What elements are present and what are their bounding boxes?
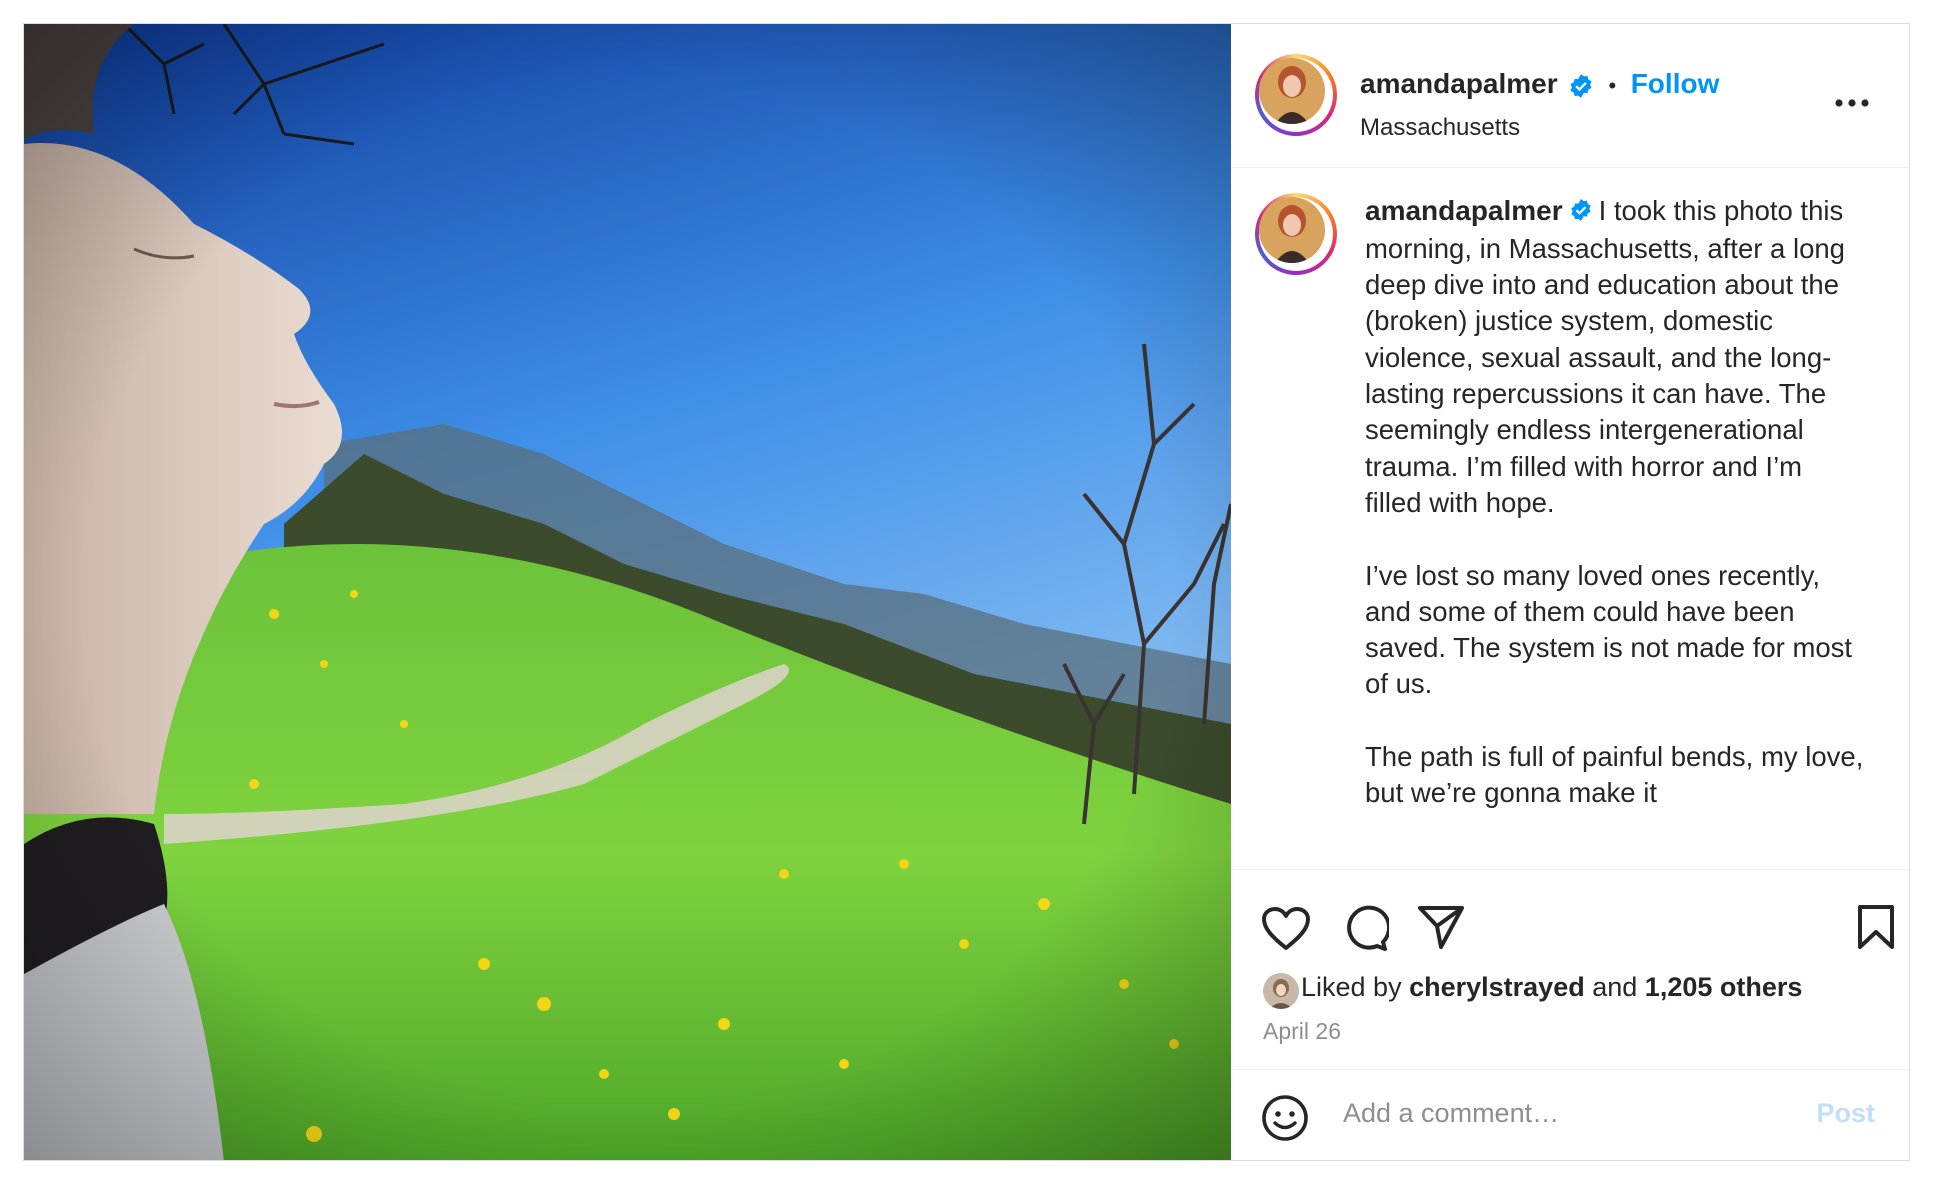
author-username[interactable]: amandapalmer	[1360, 68, 1558, 99]
instagram-post: amandapalmer • Follow Massachusetts aman…	[23, 23, 1910, 1161]
post-side-panel: amandapalmer • Follow Massachusetts aman…	[1231, 24, 1909, 1160]
comment-input[interactable]: Add a comment…	[1343, 1098, 1559, 1129]
post-location[interactable]: Massachusetts	[1360, 114, 1520, 142]
heart-icon[interactable]	[1261, 906, 1311, 957]
share-icon[interactable]	[1417, 904, 1465, 955]
likes-prefix: Liked by	[1301, 972, 1402, 1002]
bookmark-icon[interactable]	[1857, 904, 1895, 955]
more-options-icon[interactable]	[1835, 94, 1869, 112]
likes-summary: Liked by cherylstrayed and 1,205 others	[1301, 972, 1802, 1003]
likes-count-link[interactable]: 1,205 others	[1645, 972, 1803, 1002]
follow-button[interactable]: Follow	[1631, 68, 1720, 99]
author-avatar[interactable]	[1255, 54, 1337, 136]
post-comment-button[interactable]: Post	[1816, 1098, 1875, 1129]
emoji-icon[interactable]	[1261, 1094, 1309, 1147]
header-separator: •	[1608, 73, 1617, 98]
post-photo[interactable]	[24, 24, 1231, 1160]
caption: amandapalmer I took this photo this morni…	[1365, 193, 1865, 812]
verified-badge-icon	[1568, 73, 1594, 104]
caption-username[interactable]: amandapalmer	[1365, 195, 1563, 226]
liker-avatar[interactable]	[1263, 973, 1299, 1009]
liker-username[interactable]: cherylstrayed	[1409, 972, 1585, 1002]
verified-badge-icon	[1569, 195, 1593, 231]
post-date[interactable]: April 26	[1263, 1018, 1341, 1045]
comment-icon[interactable]	[1341, 904, 1392, 957]
caption-author-avatar[interactable]	[1255, 193, 1337, 275]
post-header: amandapalmer • Follow Massachusetts	[1231, 24, 1909, 168]
comment-bar: Add a comment… Post	[1231, 1069, 1909, 1160]
post-actions: Liked by cherylstrayed and 1,205 others …	[1231, 869, 1909, 1070]
caption-area[interactable]: amandapalmer I took this photo this morni…	[1231, 167, 1909, 869]
caption-text: I took this photo this morning, in Massa…	[1365, 195, 1864, 809]
likes-conjunction: and	[1592, 972, 1638, 1002]
